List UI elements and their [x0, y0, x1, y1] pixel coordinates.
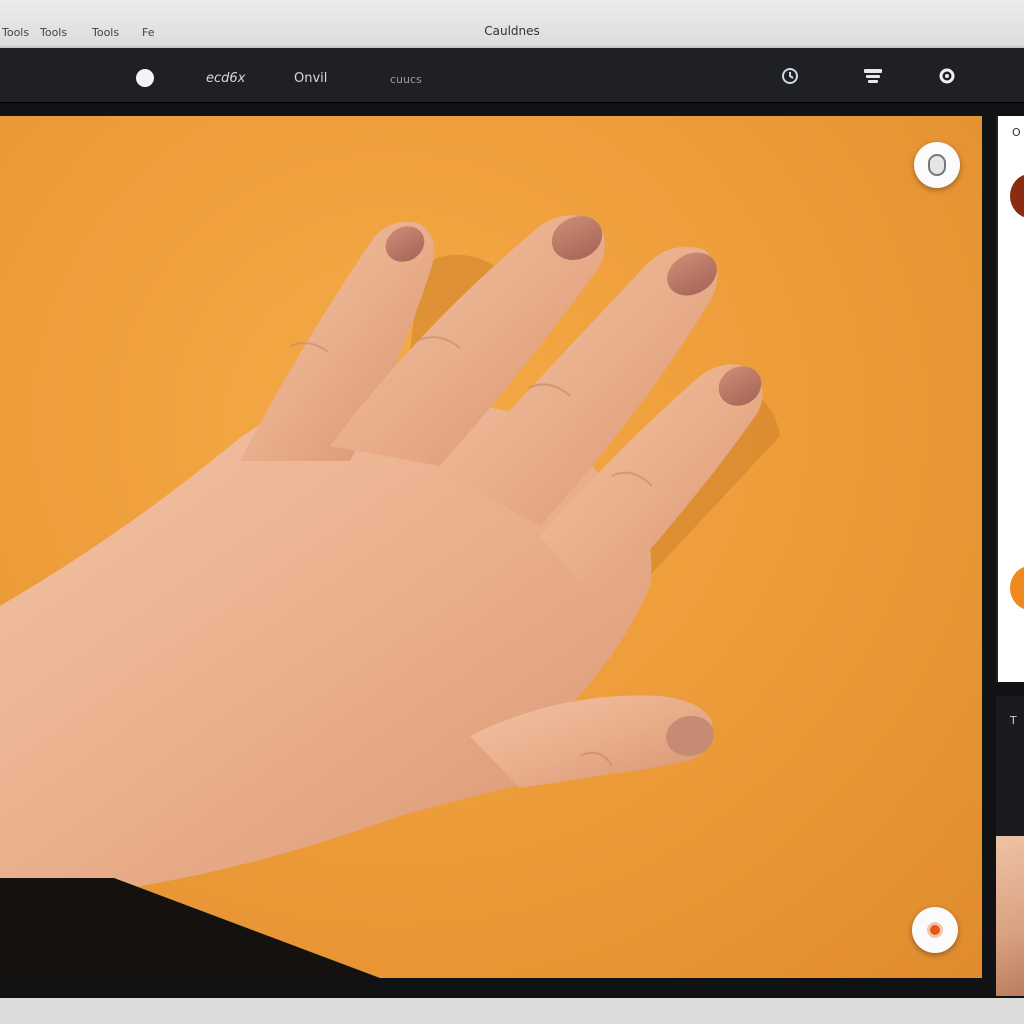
layers-icon[interactable]	[862, 66, 884, 88]
settings-icon[interactable]	[936, 66, 958, 88]
toolbar-item[interactable]: cuucs	[390, 73, 422, 86]
color-swatch[interactable]	[1010, 566, 1024, 610]
side-lower-label: T	[1010, 714, 1017, 727]
color-swatch[interactable]	[1010, 174, 1024, 218]
side-panel-label: O	[1012, 126, 1021, 139]
app-window: Tools Tools Tools Fe Cauldnes ecd6x Onvi…	[0, 0, 1024, 1024]
os-menubar: Tools Tools Tools Fe Cauldnes	[0, 0, 1024, 48]
right-side-panel: O	[996, 116, 1024, 682]
bottom-bar	[0, 998, 1024, 1024]
clock-icon[interactable]	[779, 66, 801, 88]
record-dot-icon[interactable]	[136, 69, 154, 87]
mouse-icon[interactable]	[914, 142, 960, 188]
record-icon[interactable]	[912, 907, 958, 953]
hand-photo	[0, 215, 780, 906]
toolbar-item[interactable]: Onvil	[294, 71, 327, 86]
app-toolbar: ecd6x Onvil cuucs	[0, 48, 1024, 103]
thumbnail-preview[interactable]	[996, 836, 1024, 996]
photo-canvas[interactable]	[0, 116, 982, 978]
right-lower-panel: T	[996, 696, 1024, 996]
window-title: Cauldnes	[484, 24, 540, 38]
toolbar-item[interactable]: ecd6x	[206, 71, 245, 86]
